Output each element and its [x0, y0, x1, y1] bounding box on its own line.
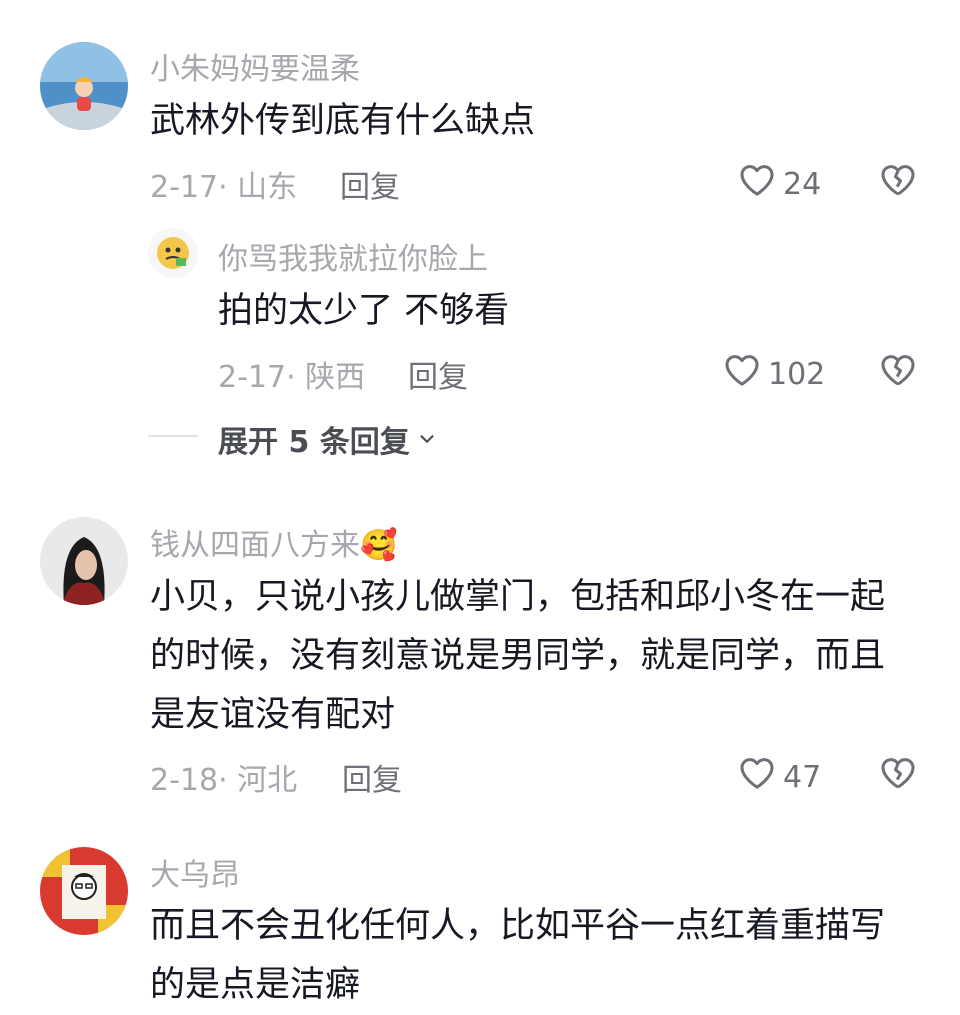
username-emoji: 🥰: [360, 528, 398, 563]
like-button[interactable]: 102: [722, 350, 825, 398]
meta-separator: ·: [218, 170, 238, 205]
expand-replies-label: 展开 5 条回复: [218, 425, 410, 460]
like-count: 47: [783, 759, 822, 795]
reply-username[interactable]: 你骂我我就拉你脸上: [218, 234, 488, 278]
reply-date: 2-17: [218, 360, 287, 395]
expand-replies-button[interactable]: 展开 5 条回复: [218, 417, 438, 461]
reply-meta: 2-17· 陕西: [218, 352, 365, 396]
heart-outline-icon: [737, 160, 777, 208]
broken-heart-icon: [881, 758, 915, 789]
reply-location: 陕西: [305, 360, 366, 395]
avatar[interactable]: [148, 228, 198, 278]
reply-text: 拍的太少了 不够看: [218, 282, 509, 341]
meta-separator: ·: [218, 763, 238, 798]
comment-location: 河北: [237, 763, 298, 798]
comment-text: 小贝，只说小孩儿做掌门，包括和邱小冬在一起 的时候，没有刻意说是男同学，就是同学…: [150, 568, 885, 745]
comment-meta: 2-18· 河北: [150, 755, 297, 799]
heart-outline-icon: [737, 753, 777, 801]
comment-username[interactable]: 钱从四面八方来🥰: [150, 520, 397, 564]
chevron-down-icon: [420, 435, 434, 443]
heart-outline-icon: [722, 350, 762, 398]
reply-button[interactable]: 回复: [340, 162, 400, 206]
broken-heart-icon: [881, 165, 915, 196]
comment-text: 而且不会丑化任何人，比如平谷一点红着重描写 的是点是洁癖: [150, 897, 885, 1015]
like-count: 102: [768, 356, 826, 392]
comment-location: 山东: [237, 170, 298, 205]
avatar[interactable]: [40, 847, 128, 935]
comment-text-line: 是友谊没有配对: [150, 695, 396, 735]
meta-separator: ·: [286, 360, 306, 395]
comment-meta: 2-17· 山东: [150, 162, 297, 206]
like-button[interactable]: 47: [737, 753, 821, 801]
comment-text-line: 而且不会丑化任何人，比如平谷一点红着重描写: [150, 906, 886, 946]
reply-button[interactable]: 回复: [342, 755, 402, 799]
comment-text-line: 小贝，只说小孩儿做掌门，包括和邱小冬在一起: [150, 577, 886, 617]
like-button[interactable]: 24: [737, 160, 821, 208]
comment-username[interactable]: 小朱妈妈要温柔: [150, 44, 360, 88]
like-count: 24: [783, 166, 822, 202]
avatar[interactable]: [40, 42, 128, 130]
comment-date: 2-17: [150, 170, 219, 205]
dislike-button[interactable]: [878, 350, 918, 394]
avatar[interactable]: [40, 517, 128, 605]
comment-text-line: 武林外传到底有什么缺点: [150, 101, 536, 141]
dislike-button[interactable]: [878, 753, 918, 797]
dislike-button[interactable]: [878, 160, 918, 204]
username-text: 钱从四面八方来: [150, 528, 360, 563]
expand-divider: [148, 435, 198, 437]
comment-text-line: 的时候，没有刻意说是男同学，就是同学，而且: [150, 636, 886, 676]
comment-text: 武林外传到底有什么缺点: [150, 92, 535, 151]
comment-date: 2-18: [150, 763, 219, 798]
comment-text-line: 的是点是洁癖: [150, 965, 361, 1005]
reply-button[interactable]: 回复: [408, 352, 468, 396]
broken-heart-icon: [881, 355, 915, 386]
reply-text-line: 拍的太少了 不够看: [218, 291, 510, 331]
comment-username[interactable]: 大乌昂: [150, 850, 240, 894]
